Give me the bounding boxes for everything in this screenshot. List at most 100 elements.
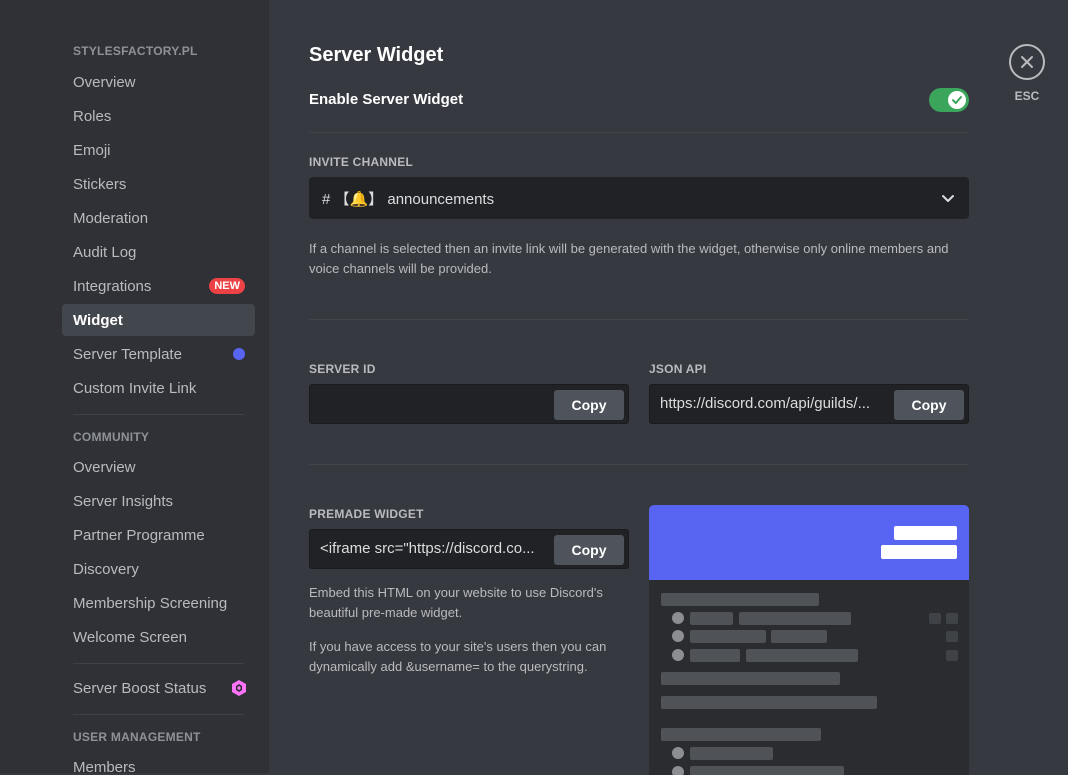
sidebar-item-label: Custom Invite Link (73, 379, 197, 397)
sidebar-item-partner-programme[interactable]: Partner Programme (62, 519, 255, 551)
premade-help-username: If you have access to your site's users … (309, 639, 607, 674)
sidebar-item-label: Membership Screening (73, 594, 228, 612)
check-icon (952, 96, 962, 104)
enable-widget-label: Enable Server Widget (309, 91, 464, 108)
page-title: Server Widget (309, 44, 444, 66)
close-settings-button[interactable] (1009, 44, 1045, 80)
json-api-field: https://discord.com/api/guilds/... Copy (649, 384, 969, 424)
widget-preview-header (649, 505, 969, 580)
sidebar-item-discovery[interactable]: Discovery (62, 553, 255, 585)
preview-skeleton-square (946, 631, 958, 642)
preview-skeleton-bar (690, 630, 766, 643)
sidebar-item-label: Discovery (73, 560, 139, 578)
preview-avatar-placeholder (672, 649, 684, 661)
json-api-value[interactable]: https://discord.com/api/guilds/... (660, 385, 888, 423)
json-api-label: JSON API (649, 362, 707, 376)
divider (309, 319, 969, 320)
sidebar-item-server-insights[interactable]: Server Insights (62, 485, 255, 517)
preview-skeleton-bar (690, 747, 773, 760)
chevron-down-icon (942, 195, 954, 202)
sidebar-item-members[interactable]: Members (62, 751, 255, 774)
sidebar-header-user-management: USER MANAGEMENT (73, 730, 201, 744)
sidebar-item-label: Moderation (73, 209, 149, 227)
boost-gem-icon (232, 680, 246, 696)
preview-skeleton-bar (771, 630, 827, 643)
sidebar-item-integrations[interactable]: Integrations NEW (62, 270, 255, 302)
copy-premade-widget-button[interactable]: Copy (554, 535, 624, 565)
preview-skeleton-bar (661, 696, 877, 709)
new-badge: NEW (209, 278, 245, 294)
sidebar-item-overview[interactable]: Overview (62, 66, 255, 98)
preview-header-bar (894, 526, 957, 540)
preview-skeleton-bar (746, 649, 858, 662)
sidebar-item-moderation[interactable]: Moderation (62, 202, 255, 234)
preview-skeleton-bar (690, 612, 733, 625)
sidebar-item-label: Partner Programme (73, 526, 205, 544)
premade-widget-field: <iframe src="https://discord.co... Copy (309, 529, 629, 569)
close-icon (1021, 56, 1033, 68)
sidebar-divider (73, 714, 244, 715)
enable-widget-toggle[interactable] (929, 88, 969, 112)
sidebar-item-emoji[interactable]: Emoji (62, 134, 255, 166)
premade-widget-label: PREMADE WIDGET (309, 507, 424, 521)
invite-channel-label: INVITE CHANNEL (309, 155, 414, 169)
sidebar-item-label: Overview (73, 458, 136, 476)
sidebar-item-community-overview[interactable]: Overview (62, 451, 255, 483)
sidebar-item-label: Roles (73, 107, 112, 125)
preview-skeleton-bar (661, 672, 840, 685)
preview-avatar-placeholder (672, 612, 684, 624)
sidebar-item-audit-log[interactable]: Audit Log (62, 236, 255, 268)
preview-avatar-placeholder (672, 747, 684, 759)
preview-skeleton-bar (661, 593, 819, 606)
sidebar-item-welcome-screen[interactable]: Welcome Screen (62, 621, 255, 653)
preview-skeleton-square (929, 613, 941, 624)
sidebar-item-label: Welcome Screen (73, 628, 187, 646)
preview-skeleton-bar (690, 649, 740, 662)
sidebar-item-label: Audit Log (73, 243, 137, 261)
sidebar-item-label: Integrations (73, 277, 152, 295)
esc-label: ESC (1014, 89, 1040, 103)
sidebar-item-label: Members (73, 758, 136, 774)
settings-sidebar: STYLESFACTORY.PL Overview Roles Emoji St… (0, 0, 269, 773)
invite-channel-help: If a channel is selected then an invite … (309, 241, 949, 276)
sidebar-item-widget[interactable]: Widget (62, 304, 255, 336)
sidebar-item-label: Overview (73, 73, 136, 91)
premade-widget-value[interactable]: <iframe src="https://discord.co... (320, 530, 548, 568)
sidebar-item-roles[interactable]: Roles (62, 100, 255, 132)
sidebar-item-label: Widget (73, 311, 123, 329)
preview-avatar-placeholder (672, 766, 684, 775)
sidebar-item-label: Server Template (73, 345, 182, 363)
copy-json-api-button[interactable]: Copy (894, 390, 964, 420)
sidebar-header-community: COMMUNITY (73, 430, 150, 444)
sidebar-item-stickers[interactable]: Stickers (62, 168, 255, 200)
divider (309, 464, 969, 465)
premade-help-embed: Embed this HTML on your website to use D… (309, 585, 603, 620)
sidebar-header-server: STYLESFACTORY.PL (73, 44, 198, 58)
sidebar-item-label: Server Boost Status (73, 679, 207, 697)
server-id-value[interactable] (320, 385, 550, 423)
preview-skeleton-bar (739, 612, 851, 625)
preview-avatar-placeholder (672, 630, 684, 642)
sidebar-item-server-template[interactable]: Server Template (62, 338, 255, 370)
sidebar-item-membership-screening[interactable]: Membership Screening (62, 587, 255, 619)
preview-skeleton-square (946, 613, 958, 624)
unread-dot-icon (233, 348, 245, 360)
copy-server-id-button[interactable]: Copy (554, 390, 624, 420)
sidebar-item-custom-invite-link[interactable]: Custom Invite Link (62, 372, 255, 404)
server-id-field: Copy (309, 384, 629, 424)
server-id-label: SERVER ID (309, 362, 376, 376)
sidebar-divider (73, 414, 244, 415)
widget-preview (649, 505, 969, 775)
sidebar-item-label: Server Insights (73, 492, 174, 510)
preview-header-bar (881, 545, 957, 559)
sidebar-item-label: Emoji (73, 141, 111, 159)
sidebar-item-label: Stickers (73, 175, 127, 193)
preview-skeleton-square (946, 650, 958, 661)
invite-channel-value: # 【🔔】 announcements (322, 190, 495, 208)
invite-channel-select[interactable]: # 【🔔】 announcements (309, 177, 969, 219)
divider (309, 132, 969, 133)
preview-skeleton-bar (690, 766, 844, 775)
sidebar-divider (73, 663, 244, 664)
preview-skeleton-bar (661, 728, 821, 741)
sidebar-item-server-boost-status[interactable]: Server Boost Status (62, 672, 255, 704)
